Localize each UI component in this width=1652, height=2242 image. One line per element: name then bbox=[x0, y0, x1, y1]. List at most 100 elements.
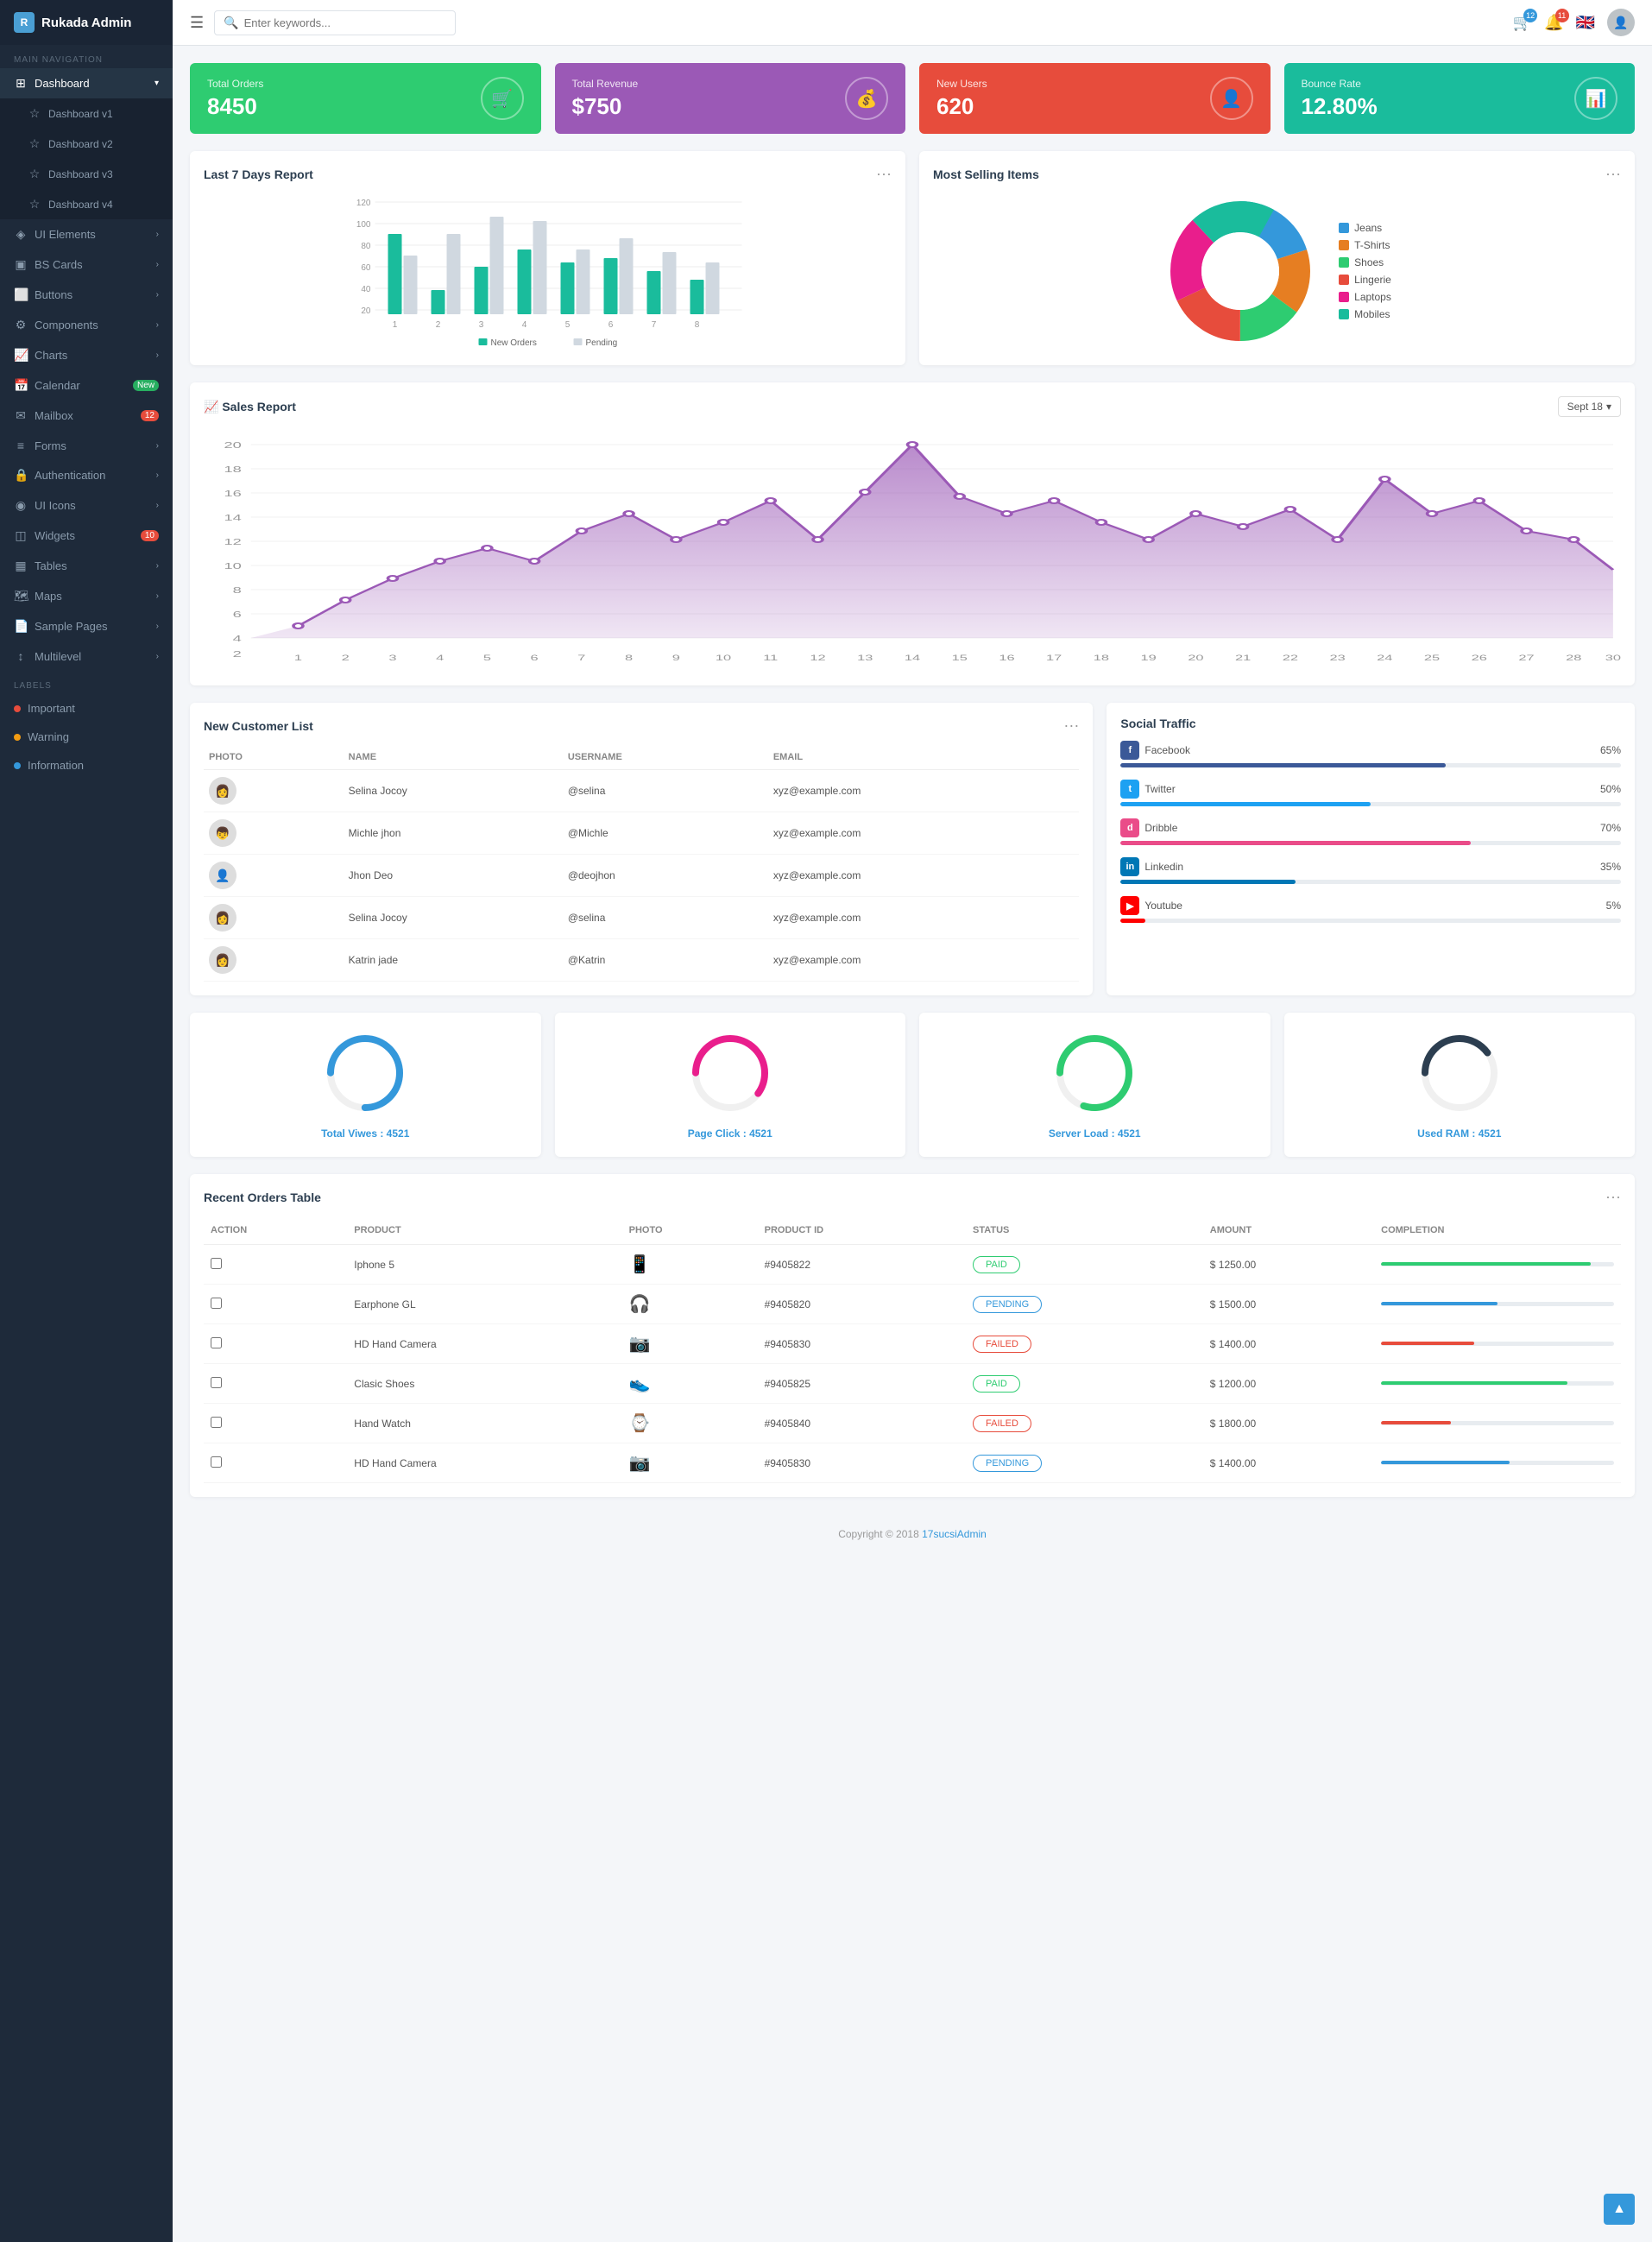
sidebar-item-widgets[interactable]: ◫ Widgets 10 bbox=[0, 521, 173, 551]
customer-menu[interactable]: ··· bbox=[1063, 717, 1079, 735]
brand-name: Rukada Admin bbox=[41, 16, 131, 30]
sidebar-item-dashboard-v1[interactable]: ☆ Dashboard v1 bbox=[0, 98, 173, 129]
pages-icon: 📄 bbox=[14, 619, 28, 634]
donut-chart-menu[interactable]: ··· bbox=[1605, 165, 1621, 183]
order-checkbox[interactable] bbox=[211, 1417, 222, 1428]
alerts-button[interactable]: 🔔 11 bbox=[1544, 14, 1563, 32]
sidebar-item-ui-icons[interactable]: ◉ UI Icons › bbox=[0, 490, 173, 521]
sidebar-item-components[interactable]: ⚙ Components › bbox=[0, 310, 173, 340]
sidebar-item-mailbox[interactable]: ✉ Mailbox 12 bbox=[0, 401, 173, 431]
notifications-button[interactable]: 🛒 12 bbox=[1513, 14, 1532, 32]
sidebar-item-important[interactable]: Important bbox=[0, 694, 173, 723]
sidebar-item-warning[interactable]: Warning bbox=[0, 723, 173, 751]
svg-text:9: 9 bbox=[672, 654, 680, 662]
order-action[interactable] bbox=[204, 1443, 347, 1483]
order-checkbox[interactable] bbox=[211, 1337, 222, 1348]
social-name: Linkedin bbox=[1144, 861, 1183, 873]
svg-text:6: 6 bbox=[233, 610, 242, 620]
customer-social-row: New Customer List ··· PHOTO NAME USERNAM… bbox=[190, 703, 1635, 995]
date-filter[interactable]: Sept 18 ▾ bbox=[1558, 396, 1621, 417]
order-action[interactable] bbox=[204, 1364, 347, 1404]
svg-text:30: 30 bbox=[1605, 654, 1621, 662]
stat-card-new-users: New Users 620 👤 bbox=[919, 63, 1271, 134]
col-email: EMAIL bbox=[768, 745, 1080, 770]
sidebar-item-bs-cards[interactable]: ▣ BS Cards › bbox=[0, 249, 173, 280]
svg-text:New Orders: New Orders bbox=[491, 338, 537, 348]
order-checkbox[interactable] bbox=[211, 1258, 222, 1269]
sidebar-item-dashboard-v3[interactable]: ☆ Dashboard v3 bbox=[0, 159, 173, 189]
legend-item: Laptops bbox=[1339, 291, 1391, 303]
table-row: Earphone GL 🎧 #9405820 PENDING $ 1500.00 bbox=[204, 1285, 1621, 1324]
social-item: t Twitter 50% bbox=[1120, 780, 1621, 806]
language-selector[interactable]: 🇬🇧 bbox=[1576, 14, 1595, 32]
order-checkbox[interactable] bbox=[211, 1456, 222, 1468]
sidebar-item-label: Calendar bbox=[35, 379, 80, 392]
components-icon: ⚙ bbox=[14, 318, 28, 332]
orders-menu[interactable]: ··· bbox=[1605, 1188, 1621, 1206]
important-dot bbox=[14, 705, 21, 712]
footer-link[interactable]: 17sucsiAdmin bbox=[922, 1528, 987, 1540]
order-action[interactable] bbox=[204, 1285, 347, 1324]
search-input[interactable] bbox=[244, 16, 447, 29]
area-chart-svg: 20 18 16 14 12 10 8 6 4 2 bbox=[204, 427, 1621, 669]
order-checkbox[interactable] bbox=[211, 1298, 222, 1309]
donut-svg bbox=[1163, 193, 1318, 349]
ui-elements-icon: ◈ bbox=[14, 227, 28, 242]
stat-card-revenue: Total Revenue $750 💰 bbox=[555, 63, 906, 134]
order-status: PENDING bbox=[966, 1443, 1203, 1483]
svg-text:120: 120 bbox=[356, 199, 371, 208]
svg-text:80: 80 bbox=[361, 242, 371, 251]
sidebar-item-label: Information bbox=[28, 759, 84, 772]
col-amount: AMOUNT bbox=[1203, 1216, 1374, 1245]
sidebar-item-ui-elements[interactable]: ◈ UI Elements › bbox=[0, 219, 173, 249]
sidebar-item-information[interactable]: Information bbox=[0, 751, 173, 780]
chevron-right-icon: › bbox=[156, 471, 159, 480]
cards-icon: ▣ bbox=[14, 257, 28, 272]
lock-icon: 🔒 bbox=[14, 468, 28, 483]
hamburger-button[interactable]: ☰ bbox=[190, 14, 204, 32]
sidebar-item-buttons[interactable]: ⬜ Buttons › bbox=[0, 280, 173, 310]
avatar: 👩 bbox=[209, 777, 236, 805]
order-action[interactable] bbox=[204, 1324, 347, 1364]
status-badge: FAILED bbox=[973, 1415, 1031, 1432]
sidebar-item-dashboard-v2[interactable]: ☆ Dashboard v2 bbox=[0, 129, 173, 159]
social-item-name: in Linkedin bbox=[1120, 857, 1183, 876]
svg-text:19: 19 bbox=[1141, 654, 1157, 662]
sidebar-item-calendar[interactable]: 📅 Calendar New bbox=[0, 370, 173, 401]
order-action[interactable] bbox=[204, 1245, 347, 1285]
customer-avatar-cell: 👦 bbox=[204, 812, 344, 855]
sidebar-item-label: BS Cards bbox=[35, 258, 83, 271]
sidebar-item-dashboard-v4[interactable]: ☆ Dashboard v4 bbox=[0, 189, 173, 219]
sidebar-item-maps[interactable]: 🗺 Maps › bbox=[0, 581, 173, 611]
stat-card-value: 12.80% bbox=[1302, 93, 1378, 120]
avatar: 👩 bbox=[209, 904, 236, 932]
customer-email: xyz@example.com bbox=[768, 770, 1080, 812]
circle-stat-label: Total Viwes : 4521 bbox=[207, 1127, 524, 1140]
sidebar-item-multilevel[interactable]: ↕ Multilevel › bbox=[0, 641, 173, 671]
user-avatar[interactable]: 👤 bbox=[1607, 9, 1635, 36]
chevron-down-icon: ▾ bbox=[1606, 401, 1611, 413]
scroll-to-top-button[interactable]: ▲ bbox=[1604, 2194, 1635, 2225]
order-action[interactable] bbox=[204, 1404, 347, 1443]
card-header: Social Traffic bbox=[1120, 717, 1621, 730]
order-photo: 👟 bbox=[622, 1364, 758, 1404]
sidebar-item-authentication[interactable]: 🔒 Authentication › bbox=[0, 460, 173, 490]
sidebar-item-charts[interactable]: 📈 Charts › bbox=[0, 340, 173, 370]
bar-chart-menu[interactable]: ··· bbox=[876, 165, 892, 183]
customer-email: xyz@example.com bbox=[768, 939, 1080, 982]
sidebar-item-dashboard[interactable]: ⊞ Dashboard ▾ bbox=[0, 68, 173, 98]
svg-text:8: 8 bbox=[625, 654, 633, 662]
sidebar-item-sample-pages[interactable]: 📄 Sample Pages › bbox=[0, 611, 173, 641]
legend-label: Mobiles bbox=[1354, 308, 1390, 320]
social-percentage: 65% bbox=[1600, 744, 1621, 756]
svg-text:18: 18 bbox=[224, 465, 241, 475]
order-checkbox[interactable] bbox=[211, 1377, 222, 1388]
sidebar-item-forms[interactable]: ≡ Forms › bbox=[0, 431, 173, 460]
maps-icon: 🗺 bbox=[14, 589, 28, 603]
legend-color bbox=[1339, 292, 1349, 302]
svg-text:20: 20 bbox=[361, 306, 371, 316]
legend-item: Jeans bbox=[1339, 222, 1391, 234]
widgets-badge: 10 bbox=[141, 530, 159, 541]
sidebar-item-tables[interactable]: ▦ Tables › bbox=[0, 551, 173, 581]
svg-text:3: 3 bbox=[479, 320, 484, 330]
